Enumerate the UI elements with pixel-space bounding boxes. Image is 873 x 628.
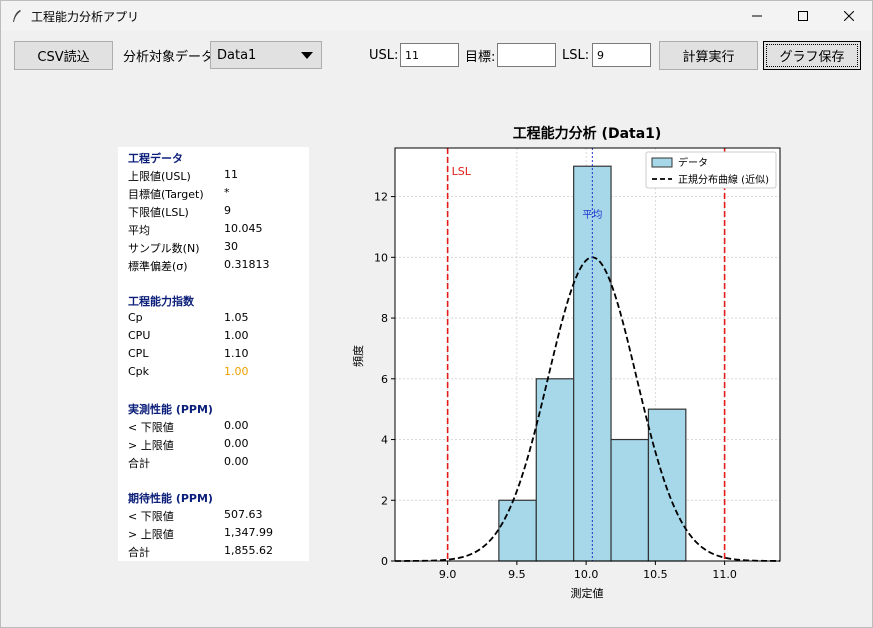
y-tick-label: 4 bbox=[381, 434, 388, 447]
lsl-input[interactable]: 9 bbox=[592, 43, 651, 67]
calculate-button[interactable]: 計算実行 bbox=[659, 41, 758, 70]
target-data-select[interactable]: Data1 bbox=[210, 41, 322, 69]
cpk-value: 1.00 bbox=[224, 365, 249, 378]
target-spec-input[interactable] bbox=[497, 43, 556, 67]
legend-label-data: データ bbox=[678, 156, 708, 169]
x-tick-label: 10.5 bbox=[643, 568, 668, 581]
row-key: Cpk bbox=[128, 365, 150, 378]
row-value: 30 bbox=[224, 240, 238, 253]
x-axis-label: 測定値 bbox=[571, 586, 604, 600]
minimize-button[interactable] bbox=[734, 1, 780, 31]
csv-load-button[interactable]: CSV読込 bbox=[14, 41, 113, 70]
row-key: 平均 bbox=[128, 224, 150, 237]
row-value: 1,347.99 bbox=[224, 526, 273, 539]
row-key: サンプル数(N) bbox=[128, 242, 200, 255]
results-panel: 工程データ 上限値(USL) 11 目標値(Target) * 下限値(LSL)… bbox=[118, 147, 309, 561]
close-icon bbox=[844, 11, 854, 21]
row-value: 1.05 bbox=[224, 311, 249, 324]
section-title-capability: 工程能力指数 bbox=[128, 295, 194, 308]
legend-label-curve: 正規分布曲線 (近似) bbox=[678, 173, 769, 186]
row-key: > 上限値 bbox=[128, 439, 174, 452]
row-value: 1.00 bbox=[224, 329, 249, 342]
usl-input[interactable]: 11 bbox=[400, 43, 459, 67]
minimize-icon bbox=[752, 15, 762, 17]
row-value: 507.63 bbox=[224, 508, 263, 521]
histogram-bar bbox=[610, 438, 650, 562]
feather-icon bbox=[9, 8, 25, 24]
title-bar: 工程能力分析アプリ bbox=[1, 1, 872, 31]
lsl-label: LSL: bbox=[562, 47, 590, 63]
row-key: 合計 bbox=[128, 546, 150, 559]
lsl-label: LSL bbox=[452, 165, 472, 178]
row-value: 0.00 bbox=[224, 437, 249, 450]
x-tick-label: 9.0 bbox=[439, 568, 457, 581]
x-tick-label: 9.5 bbox=[508, 568, 526, 581]
target-data-label: 分析対象データ: bbox=[123, 49, 219, 65]
row-key: < 下限値 bbox=[128, 510, 174, 523]
chevron-down-icon bbox=[301, 52, 313, 59]
y-tick-label: 12 bbox=[374, 191, 388, 204]
row-key: 目標値(Target) bbox=[128, 188, 204, 201]
save-graph-button[interactable]: グラフ保存 bbox=[763, 41, 861, 70]
y-tick-label: 0 bbox=[381, 555, 388, 568]
y-tick-label: 8 bbox=[381, 312, 388, 325]
target-data-value: Data1 bbox=[217, 47, 257, 63]
row-value: 10.045 bbox=[224, 222, 263, 235]
chart-title: 工程能力分析 (Data1) bbox=[513, 125, 662, 142]
maximize-icon bbox=[798, 11, 808, 21]
section-title-process-data: 工程データ bbox=[128, 152, 183, 165]
usl-label: USL: bbox=[369, 47, 399, 63]
row-key: 上限値(USL) bbox=[128, 170, 191, 183]
row-value: 1.10 bbox=[224, 347, 249, 360]
row-value: 11 bbox=[224, 168, 238, 181]
row-key: 下限値(LSL) bbox=[128, 206, 189, 219]
row-value: 0.31813 bbox=[224, 258, 270, 271]
row-key: 標準偏差(σ) bbox=[128, 260, 188, 273]
section-title-observed: 実測性能 (PPM) bbox=[128, 403, 213, 416]
y-axis-label: 頻度 bbox=[351, 345, 365, 367]
histogram-bar bbox=[647, 408, 687, 562]
maximize-button[interactable] bbox=[780, 1, 826, 31]
capability-chart: 工程能力分析 (Data1) 測定値 頻度 LSL 平均 9.0 9.5 10.0 10… bbox=[351, 125, 781, 600]
row-key: 合計 bbox=[128, 457, 150, 470]
row-value: 0.00 bbox=[224, 455, 249, 468]
app-window: 工程能力分析アプリ CSV読込 分析対象データ: Data1 USL: 11 目… bbox=[0, 0, 873, 628]
mean-label: 平均 bbox=[582, 209, 602, 221]
section-title-expected: 期待性能 (PPM) bbox=[128, 492, 213, 505]
target-spec-label: 目標: bbox=[465, 49, 496, 65]
row-value: 1,855.62 bbox=[224, 544, 273, 557]
row-key: > 上限値 bbox=[128, 528, 174, 541]
row-key: < 下限値 bbox=[128, 421, 174, 434]
y-tick-label: 2 bbox=[381, 494, 388, 507]
toolbar: CSV読込 分析対象データ: Data1 USL: 11 目標: LSL: 9 … bbox=[1, 31, 872, 81]
row-value: 0.00 bbox=[224, 419, 249, 432]
row-key: CPL bbox=[128, 347, 149, 360]
row-key: CPU bbox=[128, 329, 151, 342]
y-tick-label: 6 bbox=[381, 373, 388, 386]
y-tick-label: 10 bbox=[374, 251, 388, 264]
window-title: 工程能力分析アプリ bbox=[31, 9, 140, 24]
row-value: 9 bbox=[224, 204, 231, 217]
close-button[interactable] bbox=[826, 1, 872, 31]
x-tick-label: 10.0 bbox=[574, 568, 599, 581]
x-tick-label: 11.0 bbox=[712, 568, 737, 581]
row-key: Cp bbox=[128, 311, 143, 324]
row-value: * bbox=[224, 186, 230, 199]
legend-bar-swatch bbox=[651, 157, 673, 168]
histogram-bar bbox=[498, 499, 537, 562]
